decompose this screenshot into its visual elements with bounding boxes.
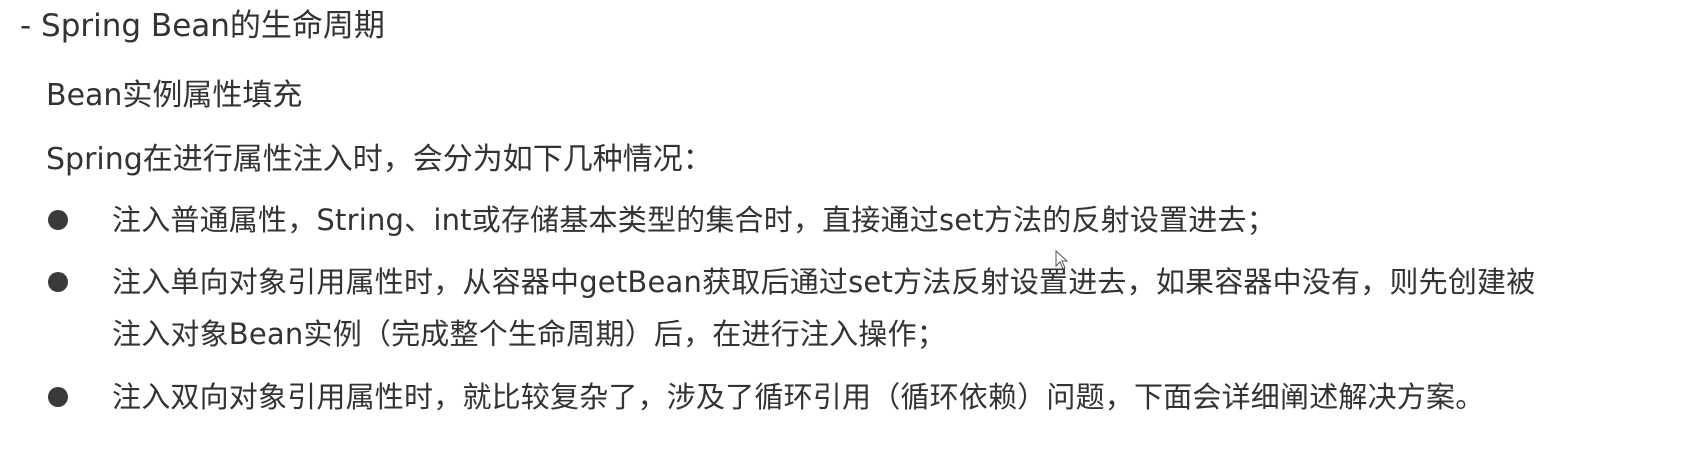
section-heading: - Spring Bean的生命周期 [20, 8, 385, 44]
bullet-dot-icon [48, 387, 68, 407]
list-item-text: 注入双向对象引用属性时，就比较复杂了，涉及了循环引用（循环依赖）问题，下面会详细… [112, 380, 1485, 414]
mouse-pointer-icon [1055, 250, 1069, 270]
bullet-dot-icon [48, 272, 68, 292]
bullet-dot-icon [48, 210, 68, 230]
subheading: Bean实例属性填充 [46, 78, 303, 113]
intro-text: Spring在进行属性注入时，会分为如下几种情况： [46, 142, 713, 177]
list-item-text: 注入普通属性，String、int或存储基本类型的集合时，直接通过set方法的反… [112, 203, 1276, 237]
list-item-text: 注入单向对象引用属性时，从容器中getBean获取后通过set方法反射设置进去，… [112, 265, 1536, 351]
